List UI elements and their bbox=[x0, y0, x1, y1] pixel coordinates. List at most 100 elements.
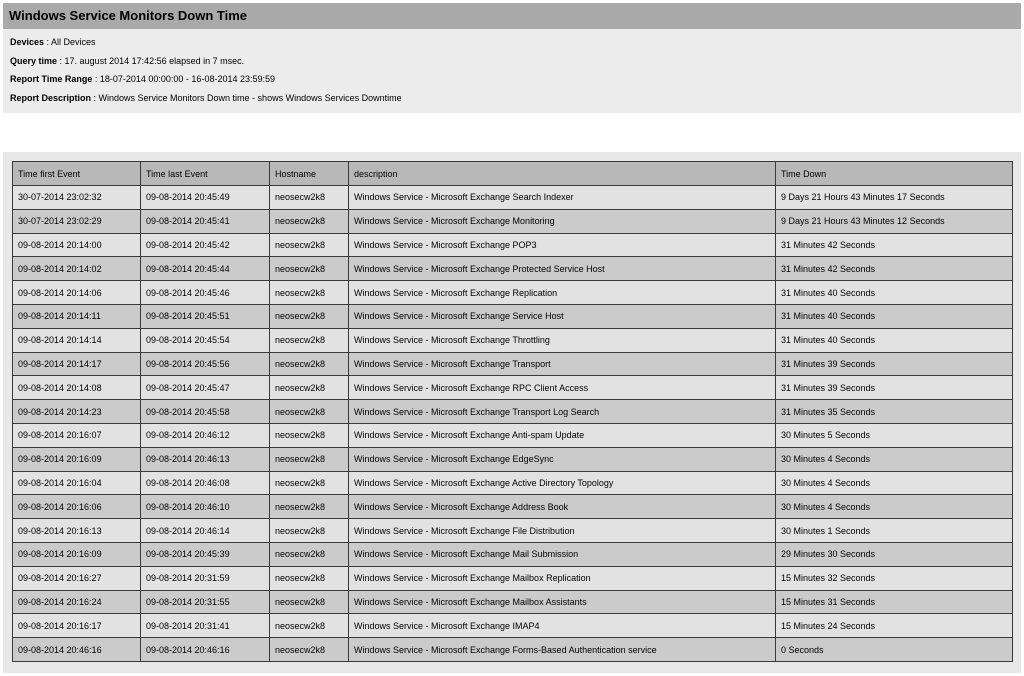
cell-hostname: neosecw2k8 bbox=[269, 256, 349, 282]
cell-time-first-event: 09-08-2014 20:46:16 bbox=[12, 637, 141, 662]
cell-time-down: 9 Days 21 Hours 43 Minutes 12 Seconds bbox=[775, 208, 1013, 234]
cell-description: Windows Service - Microsoft Exchange Ant… bbox=[348, 422, 776, 448]
cell-time-first-event: 09-08-2014 20:16:09 bbox=[12, 541, 141, 567]
cell-time-first-event: 09-08-2014 20:14:23 bbox=[12, 399, 141, 424]
cell-hostname: neosecw2k8 bbox=[269, 565, 349, 591]
cell-time-first-event: 09-08-2014 20:16:17 bbox=[12, 613, 141, 639]
cell-hostname: neosecw2k8 bbox=[269, 303, 349, 329]
cell-time-last-event: 09-08-2014 20:45:41 bbox=[140, 208, 270, 234]
cell-time-down: 29 Minutes 30 Seconds bbox=[775, 541, 1013, 567]
table-row: 09-08-2014 20:14:06 09-08-2014 20:45:46 ne… bbox=[12, 280, 1013, 305]
cell-hostname: neosecw2k8 bbox=[269, 422, 349, 448]
column-header-hostname: Hostname bbox=[269, 161, 349, 186]
cell-description: Windows Service - Microsoft Exchange Mai… bbox=[348, 541, 776, 567]
table-row: 09-08-2014 20:14:00 09-08-2014 20:45:42 ne… bbox=[12, 232, 1013, 258]
cell-time-first-event: 09-08-2014 20:16:06 bbox=[12, 494, 141, 520]
table-row: 09-08-2014 20:14:08 09-08-2014 20:45:47 ne… bbox=[12, 375, 1013, 401]
time-range-line: Report Time Range : 18-07-2014 00:00:00 … bbox=[10, 73, 1021, 92]
cell-hostname: neosecw2k8 bbox=[269, 280, 349, 305]
cell-time-last-event: 09-08-2014 20:45:54 bbox=[140, 327, 270, 353]
cell-time-first-event: 09-08-2014 20:16:27 bbox=[12, 565, 141, 591]
cell-time-first-event: 09-08-2014 20:14:08 bbox=[12, 375, 141, 401]
cell-description: Windows Service - Microsoft Exchange Edg… bbox=[348, 446, 776, 472]
cell-time-last-event: 09-08-2014 20:45:58 bbox=[140, 399, 270, 424]
cell-hostname: neosecw2k8 bbox=[269, 232, 349, 258]
table-row: 09-08-2014 20:16:24 09-08-2014 20:31:55 ne… bbox=[12, 589, 1013, 615]
cell-time-first-event: 09-08-2014 20:16:04 bbox=[12, 470, 141, 496]
cell-time-last-event: 09-08-2014 20:46:13 bbox=[140, 446, 270, 472]
table-row: 30-07-2014 23:02:32 09-08-2014 20:45:49 ne… bbox=[12, 185, 1013, 210]
column-header-time-down: Time Down bbox=[775, 161, 1013, 186]
report-header: Windows Service Monitors Down Time Devic… bbox=[3, 3, 1021, 113]
cell-description: Windows Service - Microsoft Exchange Pro… bbox=[348, 256, 776, 282]
cell-time-down: 31 Minutes 39 Seconds bbox=[775, 351, 1013, 377]
cell-time-first-event: 09-08-2014 20:14:02 bbox=[12, 256, 141, 282]
query-time-value: : 17. august 2014 17:42:56 elapsed in 7 … bbox=[57, 55, 245, 66]
report-table: Time first Event Time last Event Hostnam… bbox=[12, 161, 1013, 662]
report-meta: Devices : All Devices Query time : 17. a… bbox=[3, 29, 1021, 111]
cell-hostname: neosecw2k8 bbox=[269, 399, 349, 424]
devices-line: Devices : All Devices bbox=[10, 36, 1021, 55]
cell-time-first-event: 09-08-2014 20:14:11 bbox=[12, 303, 141, 329]
report-title: Windows Service Monitors Down Time bbox=[3, 3, 1021, 29]
query-time-line: Query time : 17. august 2014 17:42:56 el… bbox=[10, 55, 1021, 74]
cell-time-down: 31 Minutes 35 Seconds bbox=[775, 399, 1013, 424]
column-header-description: description bbox=[348, 161, 776, 186]
table-row: 09-08-2014 20:14:11 09-08-2014 20:45:51 ne… bbox=[12, 303, 1013, 329]
cell-time-last-event: 09-08-2014 20:46:14 bbox=[140, 518, 270, 543]
cell-hostname: neosecw2k8 bbox=[269, 446, 349, 472]
table-row: 09-08-2014 20:16:09 09-08-2014 20:46:13 ne… bbox=[12, 446, 1013, 472]
table-row: 09-08-2014 20:16:07 09-08-2014 20:46:12 ne… bbox=[12, 422, 1013, 448]
table-row: 30-07-2014 23:02:29 09-08-2014 20:45:41 ne… bbox=[12, 208, 1013, 234]
cell-hostname: neosecw2k8 bbox=[269, 327, 349, 353]
cell-time-down: 30 Minutes 4 Seconds bbox=[775, 470, 1013, 496]
cell-hostname: neosecw2k8 bbox=[269, 185, 349, 210]
cell-description: Windows Service - Microsoft Exchange Act… bbox=[348, 470, 776, 496]
cell-time-down: 31 Minutes 40 Seconds bbox=[775, 303, 1013, 329]
cell-time-last-event: 09-08-2014 20:45:51 bbox=[140, 303, 270, 329]
cell-description: Windows Service - Microsoft Exchange For… bbox=[348, 637, 776, 662]
table-row: 09-08-2014 20:16:17 09-08-2014 20:31:41 ne… bbox=[12, 613, 1013, 639]
cell-description: Windows Service - Microsoft Exchange Fil… bbox=[348, 518, 776, 543]
table-row: 09-08-2014 20:14:14 09-08-2014 20:45:54 ne… bbox=[12, 327, 1013, 353]
table-row: 09-08-2014 20:14:23 09-08-2014 20:45:58 ne… bbox=[12, 399, 1013, 424]
devices-label: Devices bbox=[10, 37, 45, 47]
cell-time-last-event: 09-08-2014 20:31:59 bbox=[140, 565, 270, 591]
cell-time-last-event: 09-08-2014 20:31:55 bbox=[140, 589, 270, 615]
cell-hostname: neosecw2k8 bbox=[269, 518, 349, 543]
table-row: 09-08-2014 20:14:17 09-08-2014 20:45:56 ne… bbox=[12, 351, 1013, 377]
devices-value: : All Devices bbox=[44, 37, 96, 47]
cell-time-first-event: 09-08-2014 20:16:24 bbox=[12, 589, 141, 615]
cell-description: Windows Service - Microsoft Exchange Sea… bbox=[348, 185, 776, 210]
cell-time-down: 9 Days 21 Hours 43 Minutes 17 Seconds bbox=[775, 185, 1013, 210]
cell-time-down: 30 Minutes 5 Seconds bbox=[775, 422, 1013, 448]
cell-time-last-event: 09-08-2014 20:46:10 bbox=[140, 494, 270, 520]
cell-hostname: neosecw2k8 bbox=[269, 613, 349, 639]
cell-time-first-event: 09-08-2014 20:14:17 bbox=[12, 351, 141, 377]
cell-time-first-event: 30-07-2014 23:02:32 bbox=[12, 185, 141, 210]
cell-time-first-event: 09-08-2014 20:14:06 bbox=[12, 280, 141, 305]
cell-time-first-event: 09-08-2014 20:16:09 bbox=[12, 446, 141, 472]
cell-time-first-event: 09-08-2014 20:16:07 bbox=[12, 422, 141, 448]
cell-hostname: neosecw2k8 bbox=[269, 351, 349, 377]
cell-time-down: 15 Minutes 31 Seconds bbox=[775, 589, 1013, 615]
cell-description: Windows Service - Microsoft Exchange POP… bbox=[348, 232, 776, 258]
cell-time-down: 0 Seconds bbox=[775, 637, 1013, 662]
query-time-label: Query time bbox=[10, 55, 58, 66]
cell-hostname: neosecw2k8 bbox=[269, 494, 349, 520]
cell-time-last-event: 09-08-2014 20:46:16 bbox=[140, 637, 270, 662]
cell-time-last-event: 09-08-2014 20:45:56 bbox=[140, 351, 270, 377]
cell-time-down: 31 Minutes 42 Seconds bbox=[775, 256, 1013, 282]
table-row: 09-08-2014 20:16:27 09-08-2014 20:31:59 ne… bbox=[12, 565, 1013, 591]
cell-hostname: neosecw2k8 bbox=[269, 637, 349, 662]
cell-time-down: 15 Minutes 32 Seconds bbox=[775, 565, 1013, 591]
table-row: 09-08-2014 20:14:02 09-08-2014 20:45:44 ne… bbox=[12, 256, 1013, 282]
column-header-time-last-event: Time last Event bbox=[140, 161, 270, 186]
cell-description: Windows Service - Microsoft Exchange Ser… bbox=[348, 303, 776, 329]
cell-description: Windows Service - Microsoft Exchange Mai… bbox=[348, 565, 776, 591]
cell-time-last-event: 09-08-2014 20:45:49 bbox=[140, 185, 270, 210]
table-row: 09-08-2014 20:46:16 09-08-2014 20:46:16 ne… bbox=[12, 637, 1013, 662]
cell-description: Windows Service - Microsoft Exchange RPC… bbox=[348, 375, 776, 401]
cell-time-down: 30 Minutes 4 Seconds bbox=[775, 494, 1013, 520]
cell-description: Windows Service - Microsoft Exchange Add… bbox=[348, 494, 776, 520]
